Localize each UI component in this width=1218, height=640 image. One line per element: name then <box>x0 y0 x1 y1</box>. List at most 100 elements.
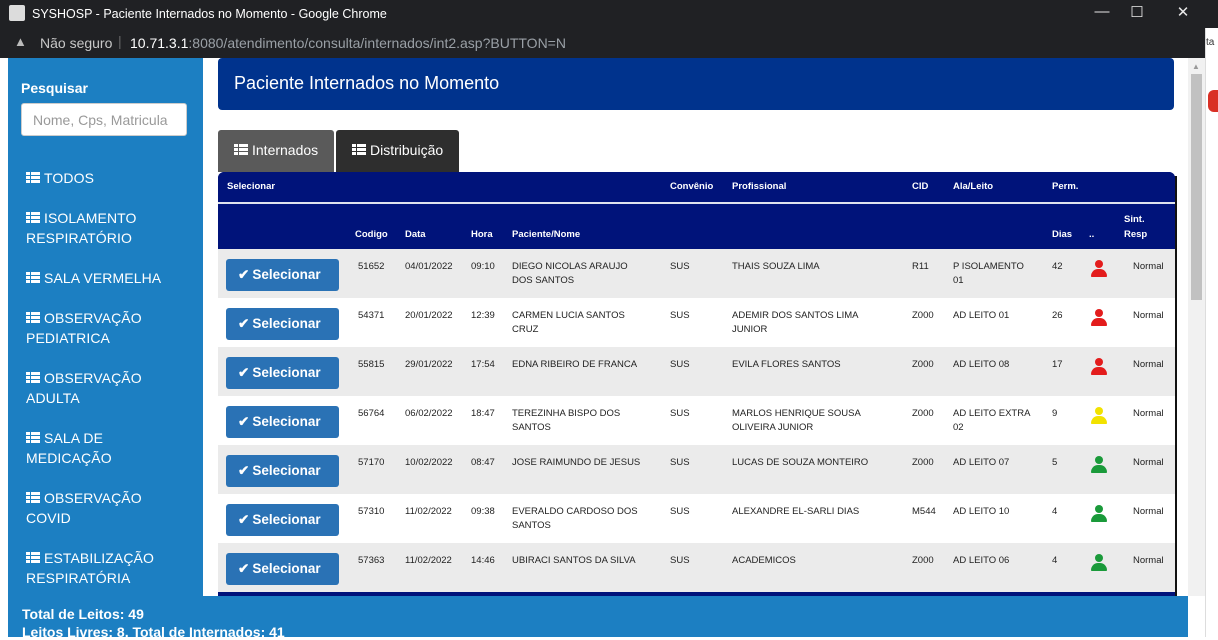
sidebar-item[interactable]: OBSERVAÇÃO PEDIATRICA <box>26 308 201 348</box>
status-person-icon <box>1090 504 1108 524</box>
table-row: ✔ Selecionar 51652 04/01/2022 09:10 DIEGO NIC… <box>218 249 1175 298</box>
sidebar-item-label-2: RESPIRATÓRIO <box>26 230 132 246</box>
col-data: Data <box>405 229 426 240</box>
sidebar-item[interactable]: TODOS <box>26 168 201 188</box>
person-body <box>1091 416 1107 424</box>
check-icon: ✔ <box>238 561 250 576</box>
cell-data: 20/01/2022 <box>405 310 453 321</box>
scrollbar[interactable]: ▲ <box>1188 58 1205 596</box>
col-convenio: Convênio <box>670 181 714 192</box>
col-selecionar: Selecionar <box>227 181 276 192</box>
url-path: :8080/atendimento/consulta/internados/in… <box>188 35 566 51</box>
sidebar-item[interactable]: ISOLAMENTO RESPIRATÓRIO <box>26 208 201 248</box>
col-sint-1: Sint. <box>1124 214 1145 225</box>
list-icon <box>234 144 248 155</box>
cell-paciente1: JOSE RAIMUNDO DE JESUS <box>512 457 641 468</box>
select-label: Selecionar <box>252 267 321 282</box>
check-icon: ✔ <box>238 365 250 380</box>
select-button[interactable]: ✔ Selecionar <box>226 406 339 438</box>
cell-ala2: 01 <box>953 275 964 286</box>
address-bar[interactable]: ▲ Não seguro | 10.71.3.1:8080/atendiment… <box>0 28 1205 58</box>
table-row: ✔ Selecionar 54371 20/01/2022 12:39 CARMEN LU… <box>218 298 1175 347</box>
cell-data: 11/02/2022 <box>405 506 452 517</box>
person-head <box>1095 309 1103 317</box>
cell-ala1: AD LEITO 07 <box>953 457 1010 468</box>
app-icon <box>9 5 25 21</box>
cell-hora: 09:10 <box>471 261 495 272</box>
window-title: SYSHOSP - Paciente Internados no Momento… <box>32 7 387 21</box>
sidebar-item[interactable]: SALA DE MEDICAÇÃO <box>26 428 201 468</box>
sidebar-item[interactable]: OBSERVAÇÃO ADULTA <box>26 368 201 408</box>
cell-paciente1: EDNA RIBEIRO DE FRANCA <box>512 359 638 370</box>
cell-cid: Z000 <box>912 310 934 321</box>
total-leitos: Total de Leitos: 49 <box>22 606 144 622</box>
cell-codigo: 55815 <box>358 359 385 370</box>
cell-paciente2: DOS SANTOS <box>512 275 575 286</box>
maximize-icon[interactable]: ☐ <box>1120 3 1154 21</box>
cell-ala2: 02 <box>953 422 964 433</box>
select-button[interactable]: ✔ Selecionar <box>226 553 339 585</box>
cell-paciente2: CRUZ <box>512 324 539 335</box>
sidebar-item-label: TODOS <box>44 170 95 186</box>
person-body <box>1091 269 1107 277</box>
col-sint-2: Resp <box>1124 229 1148 240</box>
person-body <box>1091 465 1107 473</box>
table-header-top: Selecionar Convênio Profissional CID Ala… <box>218 172 1175 202</box>
col-codigo: Codigo <box>355 229 388 240</box>
sidebar-item[interactable]: SALA VERMELHA <box>26 268 201 288</box>
cell-codigo: 57170 <box>358 457 385 468</box>
minimize-icon[interactable]: — <box>1085 3 1119 20</box>
tab-distribuicao[interactable]: Distribuição <box>336 130 459 172</box>
col-status: .. <box>1089 229 1095 240</box>
sidebar-item-label: OBSERVAÇÃO <box>44 490 142 506</box>
select-button[interactable]: ✔ Selecionar <box>226 259 339 291</box>
sidebar-item[interactable]: ESTABILIZAÇÃO RESPIRATÓRIA <box>26 548 201 588</box>
not-secure-label[interactable]: Não seguro <box>40 35 112 51</box>
check-icon: ✔ <box>238 316 250 331</box>
person-body <box>1091 318 1107 326</box>
table-header-bottom: Codigo Data Hora Paciente/Nome Dias .. S… <box>218 204 1175 249</box>
cell-ala1: AD LEITO 01 <box>953 310 1010 321</box>
sidebar-item-label-2: MEDICAÇÃO <box>26 450 112 466</box>
cell-codigo: 57363 <box>358 555 385 566</box>
cell-prof2: OLIVEIRA JUNIOR <box>732 422 814 433</box>
person-head <box>1095 554 1103 562</box>
sidebar-item-label: SALA VERMELHA <box>44 270 162 286</box>
sidebar-item[interactable]: OBSERVAÇÃO COVID <box>26 488 201 528</box>
cell-convenio: SUS <box>670 359 690 370</box>
cell-dias: 5 <box>1052 457 1058 468</box>
cell-cid: M544 <box>912 506 936 517</box>
cell-ala1: AD LEITO 10 <box>953 506 1010 517</box>
search-input[interactable]: Nome, Cps, Matricula <box>21 103 187 136</box>
select-button[interactable]: ✔ Selecionar <box>226 308 339 340</box>
select-button[interactable]: ✔ Selecionar <box>226 357 339 389</box>
cell-sint: Normal <box>1133 506 1164 517</box>
list-icon <box>26 212 40 223</box>
status-person-icon <box>1090 553 1108 573</box>
cell-hora: 14:46 <box>471 555 495 566</box>
sidebar-item-label: SALA DE <box>44 430 104 446</box>
adjacent-tab-text: ta <box>1206 28 1218 58</box>
cell-paciente1: CARMEN LUCIA SANTOS <box>512 310 625 321</box>
cell-codigo: 57310 <box>358 506 385 517</box>
person-body <box>1091 514 1107 522</box>
person-head <box>1095 358 1103 366</box>
browser-title-bar: SYSHOSP - Paciente Internados no Momento… <box>0 0 1218 28</box>
tab-label: Distribuição <box>370 142 444 158</box>
cell-prof1: ACADEMICOS <box>732 555 796 566</box>
close-icon[interactable]: ✕ <box>1166 3 1200 21</box>
cell-paciente1: UBIRACI SANTOS DA SILVA <box>512 555 636 566</box>
search-label: Pesquisar <box>21 80 88 96</box>
list-icon <box>26 312 40 323</box>
url-text[interactable]: 10.71.3.1:8080/atendimento/consulta/inte… <box>130 35 566 51</box>
cell-prof1: EVILA FLORES SANTOS <box>732 359 841 370</box>
main-content: Paciente Internados no Momento Internado… <box>203 58 1188 596</box>
select-button[interactable]: ✔ Selecionar <box>226 455 339 487</box>
scroll-up-icon[interactable]: ▲ <box>1192 62 1200 71</box>
person-body <box>1091 563 1107 571</box>
select-button[interactable]: ✔ Selecionar <box>226 504 339 536</box>
scrollbar-thumb[interactable] <box>1191 74 1202 300</box>
table-row: ✔ Selecionar 57310 11/02/2022 09:38 EVERALDO … <box>218 494 1175 543</box>
tab-internados[interactable]: Internados <box>218 130 334 172</box>
col-dias: Dias <box>1052 229 1073 240</box>
